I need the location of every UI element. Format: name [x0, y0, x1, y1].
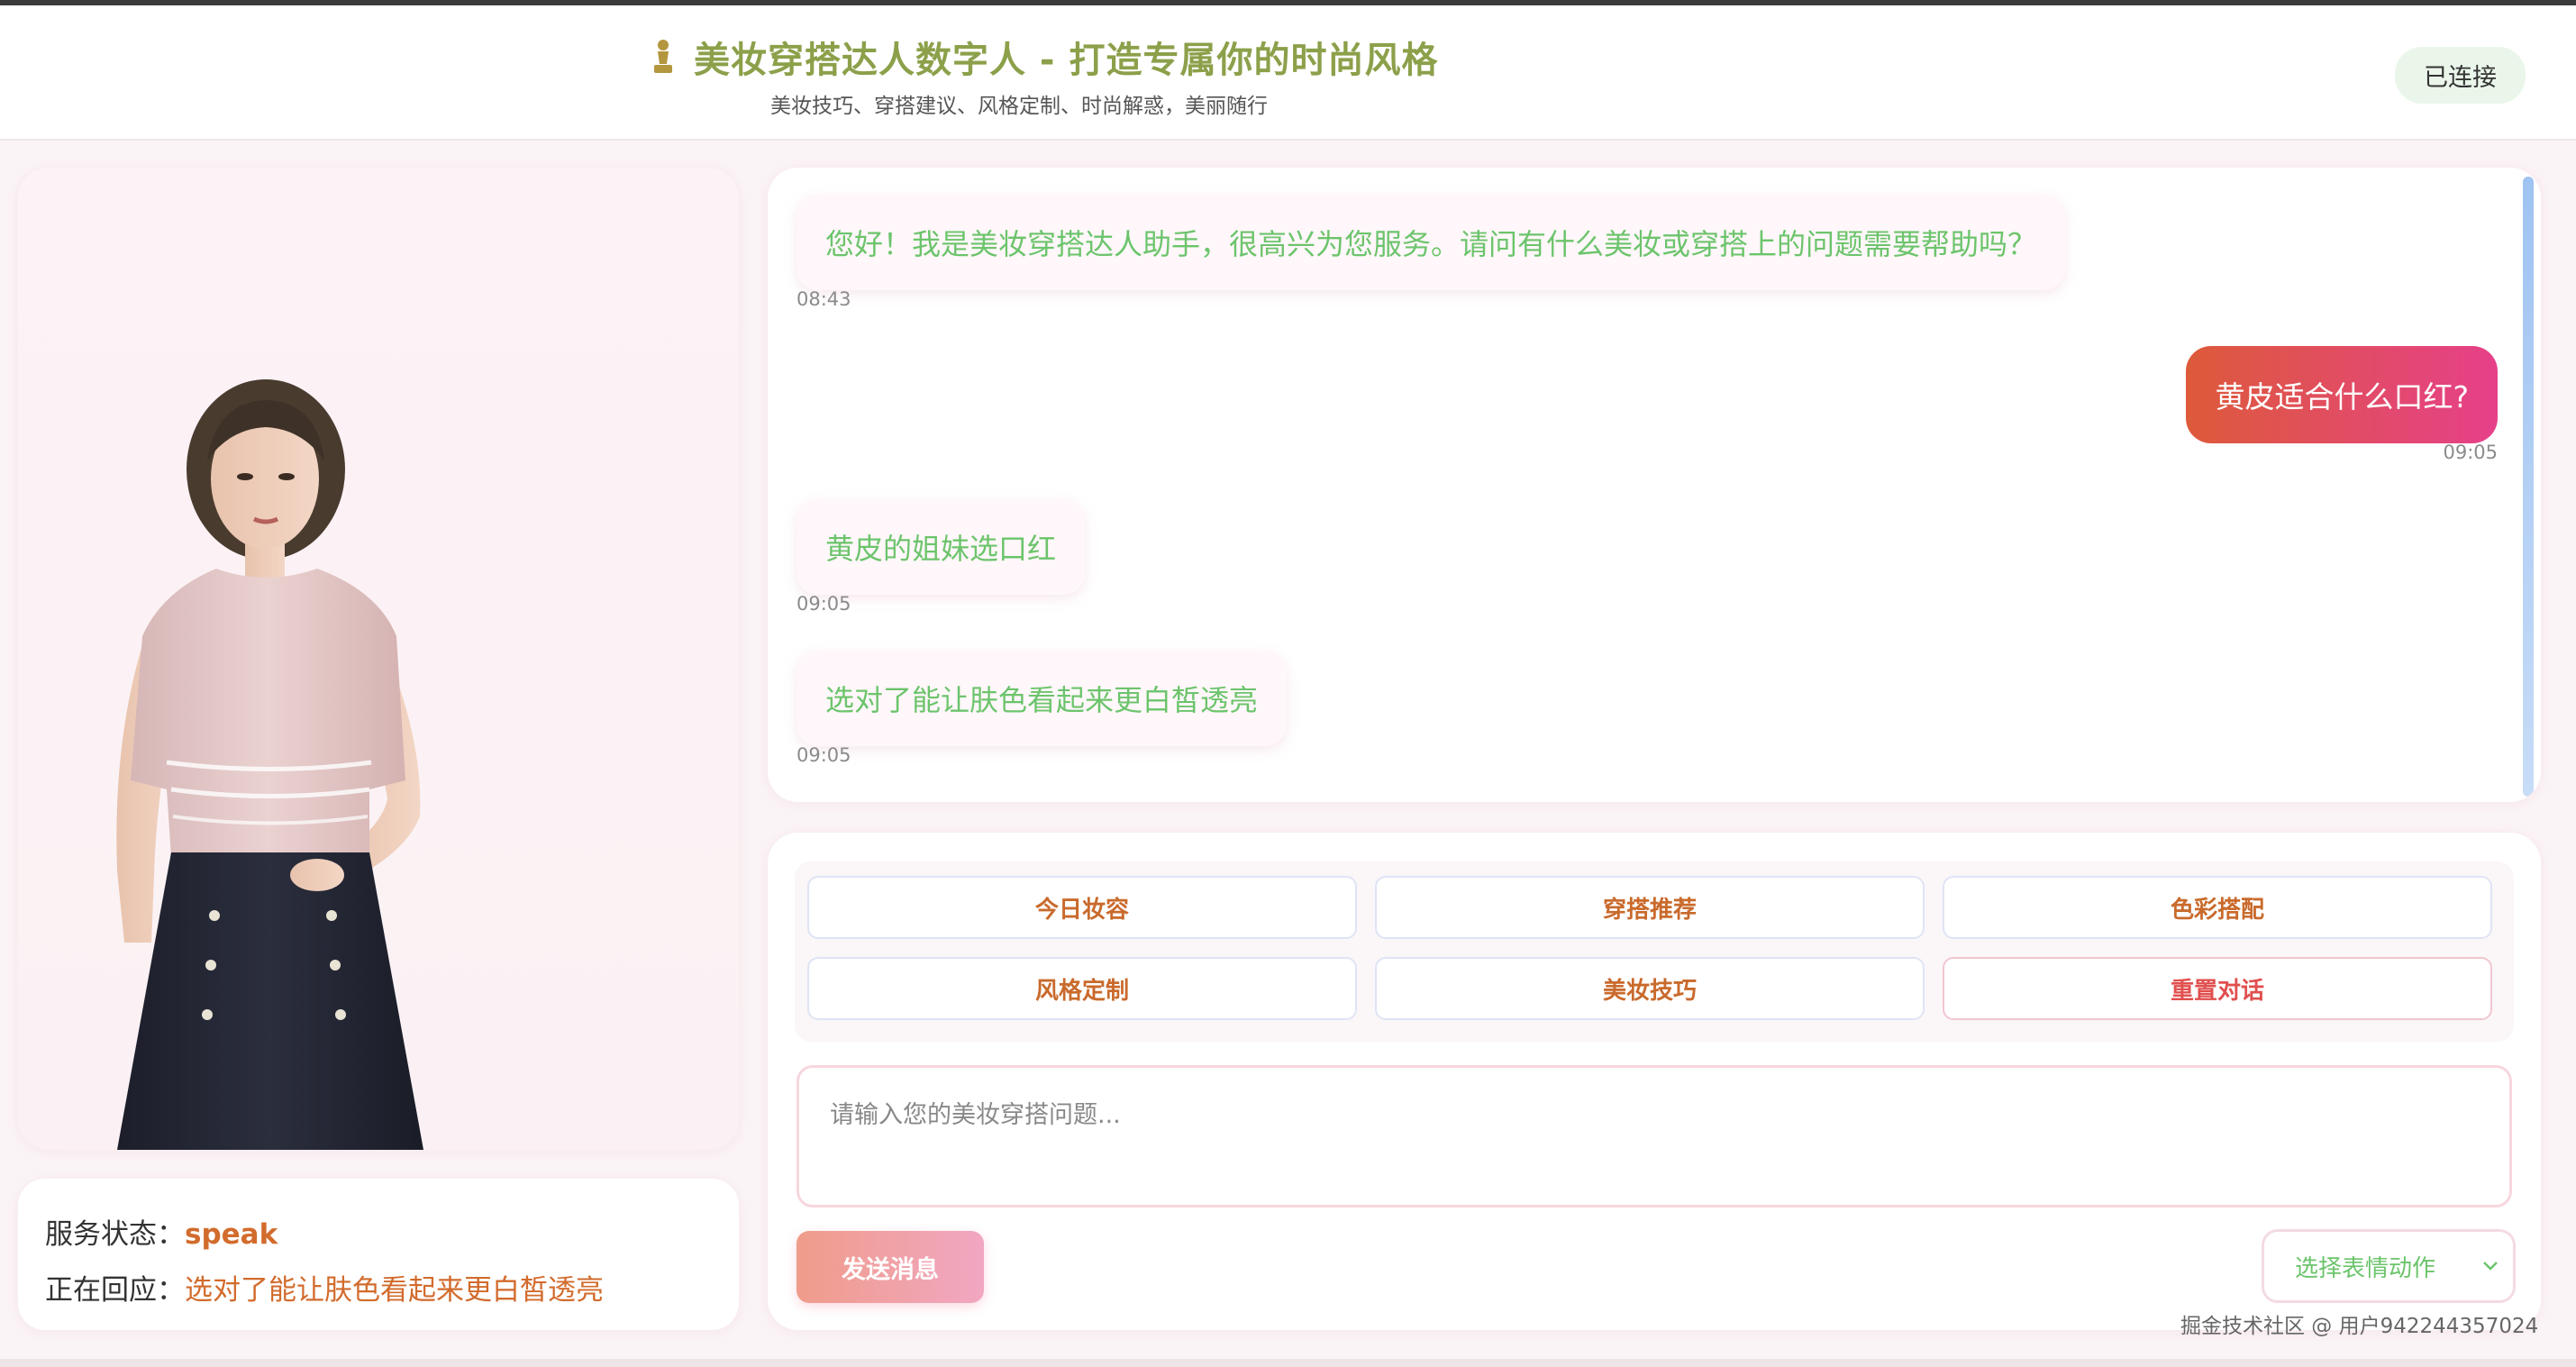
- digital-human-panel: [18, 168, 739, 1150]
- quick-actions-grid: 今日妆容 穿搭推荐 色彩搭配 风格定制 美妆技巧 重置对话: [795, 861, 2514, 1042]
- chat-message-bot: 黄皮的姐妹选口红: [796, 499, 1086, 595]
- quick-action-outfit-recommend[interactable]: 穿搭推荐: [1375, 876, 1925, 939]
- message-bubble: 选对了能让肤色看起来更白皙透亮: [796, 651, 1288, 746]
- quick-action-color-match[interactable]: 色彩搭配: [1943, 876, 2492, 939]
- message-input[interactable]: 请输入您的美妆穿搭问题...: [796, 1065, 2512, 1208]
- digital-human-avatar: [116, 379, 423, 1150]
- message-bubble: 黄皮适合什么口红?: [2186, 346, 2498, 443]
- responding-value: 选对了能让肤色看起来更白皙透亮: [185, 1274, 604, 1307]
- chat-message-bot: 选对了能让肤色看起来更白皙透亮: [796, 651, 1288, 746]
- chat-message-bot: 您好！我是美妆穿搭达人助手，很高兴为您服务。请问有什么美妆或穿搭上的问题需要帮助…: [796, 195, 2066, 290]
- message-time: 09:05: [796, 744, 851, 766]
- service-status-row: 服务状态：speak: [45, 1211, 278, 1252]
- page-subtitle: 美妆技巧、穿搭建议、风格定制、时尚解惑，美丽随行: [770, 95, 1268, 118]
- message-bubble: 您好！我是美妆穿搭达人助手，很高兴为您服务。请问有什么美妆或穿搭上的问题需要帮助…: [796, 195, 2066, 290]
- responding-row: 正在回应：选对了能让肤色看起来更白皙透亮: [45, 1267, 604, 1308]
- header: 美妆穿搭达人数字人 - 打造专属你的时尚风格 美妆技巧、穿搭建议、风格定制、时尚…: [0, 5, 2576, 141]
- message-time: 09:05: [2443, 442, 2498, 463]
- responding-label: 正在回应：: [45, 1274, 185, 1307]
- watermark: 掘金技术社区 @ 用户942244357024: [2180, 1315, 2539, 1338]
- connection-status-badge: 已连接: [2395, 47, 2526, 104]
- quick-action-makeup-tips[interactable]: 美妆技巧: [1375, 957, 1925, 1020]
- reset-conversation-button[interactable]: 重置对话: [1943, 957, 2492, 1020]
- page-title: 美妆穿搭达人数字人 - 打造专属你的时尚风格: [649, 31, 1438, 83]
- service-status-value: speak: [185, 1218, 278, 1251]
- quick-action-today-makeup[interactable]: 今日妆容: [807, 876, 1357, 939]
- chat-message-user: 黄皮适合什么口红?: [2186, 346, 2498, 443]
- controls-panel: 今日妆容 穿搭推荐 色彩搭配 风格定制 美妆技巧 重置对话 请输入您的美妆穿搭问…: [768, 833, 2541, 1330]
- title-area: 美妆穿搭达人数字人 - 打造专属你的时尚风格: [649, 31, 1438, 83]
- quick-action-style-custom[interactable]: 风格定制: [807, 957, 1357, 1020]
- message-time: 08:43: [796, 288, 851, 310]
- page-title-text: 美妆穿搭达人数字人 - 打造专属你的时尚风格: [694, 40, 1439, 81]
- chess-pawn-icon: [654, 40, 672, 73]
- chevron-down-icon: [2483, 1262, 2498, 1271]
- window-bottom-edge: [0, 1359, 2576, 1367]
- send-message-button[interactable]: 发送消息: [796, 1231, 984, 1303]
- message-bubble: 黄皮的姐妹选口红: [796, 499, 1086, 595]
- expression-select-value: 选择表情动作: [2295, 1254, 2436, 1282]
- message-time: 09:05: [796, 593, 851, 615]
- chat-scrollbar[interactable]: [2523, 177, 2534, 797]
- service-status-label: 服务状态：: [45, 1218, 185, 1251]
- chat-panel[interactable]: 您好！我是美妆穿搭达人助手，很高兴为您服务。请问有什么美妆或穿搭上的问题需要帮助…: [768, 168, 2541, 802]
- expression-action-select[interactable]: 选择表情动作: [2262, 1229, 2516, 1303]
- service-status-panel: 服务状态：speak 正在回应：选对了能让肤色看起来更白皙透亮: [18, 1179, 739, 1330]
